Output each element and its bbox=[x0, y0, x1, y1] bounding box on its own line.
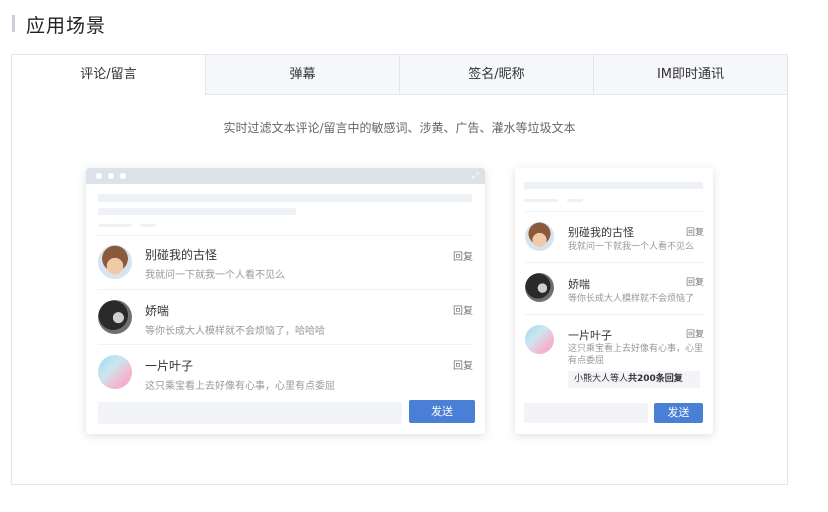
comment-item: 娇喘 等你长成大人模样就不会烦恼了 回复 bbox=[524, 262, 704, 314]
placeholder-bar bbox=[98, 194, 472, 202]
placeholder-bar bbox=[140, 224, 156, 227]
comment-item: 别碰我的古怪 我就问一下就我一个人看不见么 回复 bbox=[524, 211, 704, 262]
scenario-description: 实时过滤文本评论/留言中的敏感词、涉黄、广告、灌水等垃圾文本 bbox=[223, 121, 576, 135]
comment-text: 我就问一下就我一个人看不见么 bbox=[568, 242, 695, 252]
comment-input[interactable] bbox=[524, 403, 648, 423]
thread-prefix: 小熊大人等人 bbox=[574, 374, 629, 384]
comment-author: 一片叶子 bbox=[568, 329, 612, 342]
avatar bbox=[525, 325, 554, 354]
window-dot-icon bbox=[120, 173, 126, 179]
comment-input[interactable] bbox=[98, 402, 402, 424]
comment-text: 等你长成大人模样就不会烦恼了 bbox=[568, 294, 695, 304]
comment-author: 娇喘 bbox=[145, 304, 170, 318]
page: 应用场景 评论/留言 弹幕 签名/昵称 IM即时通讯 实时过滤文本评论/留言中的… bbox=[0, 0, 828, 512]
comment-item: 娇喘 等你长成大人模样就不会烦恼了，哈哈哈 回复 bbox=[98, 289, 473, 343]
avatar bbox=[98, 355, 132, 389]
avatar bbox=[525, 222, 554, 251]
comment-text: 我就问一下就我一个人看不见么 bbox=[145, 270, 285, 281]
mobile-comment-mockup: 别碰我的古怪 我就问一下就我一个人看不见么 回复 娇喘 等你长成大人模样就不会烦… bbox=[515, 168, 713, 434]
comment-text: 等你长成大人模样就不会烦恼了，哈哈哈 bbox=[145, 326, 325, 337]
thread-count: 共200条回复 bbox=[628, 374, 683, 384]
window-dot-icon bbox=[108, 173, 114, 179]
placeholder-bar bbox=[98, 224, 132, 227]
comment-author: 一片叶子 bbox=[145, 359, 194, 373]
tab-signature-nickname[interactable]: 签名/昵称 bbox=[399, 55, 593, 95]
reply-link[interactable]: 回复 bbox=[686, 225, 704, 238]
reply-link[interactable]: 回复 bbox=[686, 327, 704, 340]
reply-link[interactable]: 回复 bbox=[686, 275, 704, 288]
tab-im-messaging[interactable]: IM即时通讯 bbox=[593, 55, 787, 95]
window-dot-icon bbox=[96, 173, 102, 179]
placeholder-bar bbox=[567, 199, 583, 202]
avatar bbox=[98, 245, 132, 279]
send-button[interactable]: 发送 bbox=[409, 400, 475, 423]
placeholder-bar bbox=[524, 199, 558, 202]
avatar bbox=[98, 300, 132, 334]
comment-text: 这只乘宝看上去好像有心事，心里有点委屈 bbox=[145, 381, 335, 392]
send-button[interactable]: 发送 bbox=[654, 403, 703, 423]
comment-text-line: 有点委屈 bbox=[568, 356, 605, 366]
comment-author: 别碰我的古怪 bbox=[568, 226, 634, 239]
title-accent-bar bbox=[12, 15, 15, 32]
comment-author: 别碰我的古怪 bbox=[145, 248, 218, 262]
comment-item: 别碰我的古怪 我就问一下就我一个人看不见么 回复 bbox=[98, 235, 473, 289]
comment-text-line: 这只乘宝看上去好像有心事，心里 bbox=[568, 344, 704, 354]
tab-comments[interactable]: 评论/留言 bbox=[12, 55, 205, 95]
expand-icon: ⤢ bbox=[471, 171, 479, 181]
placeholder-bar bbox=[524, 182, 703, 189]
placeholder-bar bbox=[98, 208, 296, 215]
window-titlebar: ⤢ bbox=[86, 168, 485, 184]
tab-danmaku[interactable]: 弹幕 bbox=[205, 55, 399, 95]
reply-link[interactable]: 回复 bbox=[453, 357, 473, 372]
reply-thread-summary[interactable]: 小熊大人等人共200条回复 bbox=[568, 371, 700, 388]
reply-link[interactable]: 回复 bbox=[453, 302, 473, 317]
scenario-tabs: 评论/留言 弹幕 签名/昵称 IM即时通讯 bbox=[12, 55, 787, 95]
comment-author: 娇喘 bbox=[568, 278, 590, 291]
section-title: 应用场景 bbox=[26, 15, 107, 37]
comment-item: 一片叶子 这只乘宝看上去好像有心事，心里 有点委屈 回复 小熊大人等人共200条… bbox=[524, 314, 704, 394]
avatar bbox=[525, 273, 554, 302]
reply-link[interactable]: 回复 bbox=[453, 248, 473, 263]
desktop-comment-mockup: ⤢ 别碰我的古怪 我就问一下就我一个人看不见么 回复 娇喘 等你长成大人模样就不… bbox=[86, 168, 485, 434]
comment-item: 一片叶子 这只乘宝看上去好像有心事，心里有点委屈 回复 bbox=[98, 344, 473, 398]
